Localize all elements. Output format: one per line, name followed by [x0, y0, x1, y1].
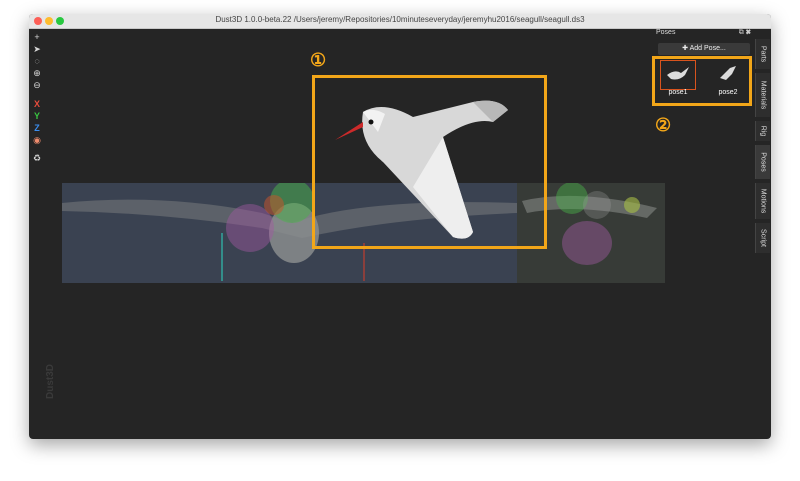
- zoom-in-icon[interactable]: ⊕: [32, 68, 42, 78]
- tab-script[interactable]: Script: [755, 223, 770, 253]
- tab-rig[interactable]: Rig: [755, 121, 770, 141]
- regenerate-icon[interactable]: ♻: [32, 153, 42, 163]
- add-icon[interactable]: +: [32, 32, 42, 42]
- tab-poses[interactable]: Poses: [755, 145, 770, 179]
- zoom-out-icon[interactable]: ⊖: [32, 80, 42, 90]
- tool-bar: + ➤ ◌ ⊕ ⊖ X Y Z ◉ ♻: [29, 29, 45, 179]
- x-axis-icon[interactable]: X: [32, 99, 42, 109]
- pointer-icon[interactable]: ➤: [32, 44, 42, 54]
- panel-controls: ⧉ ✖: [739, 29, 751, 37]
- radius-icon[interactable]: ◉: [32, 135, 42, 145]
- poses-panel-title: Poses: [656, 29, 676, 36]
- close-panel-icon[interactable]: ✖: [746, 29, 751, 36]
- add-pose-button[interactable]: ✚ Add Pose...: [658, 43, 750, 55]
- float-panel-icon[interactable]: ⧉: [739, 29, 744, 36]
- y-axis-icon[interactable]: Y: [32, 111, 42, 121]
- z-axis-icon[interactable]: Z: [32, 123, 42, 133]
- callout-box-poses: [652, 56, 752, 106]
- title-bar: Dust3D 1.0.0-beta.22 /Users/jeremy/Repos…: [29, 14, 771, 29]
- callout-number-one: ①: [310, 50, 327, 70]
- tab-parts[interactable]: Parts: [755, 39, 770, 69]
- callout-number-two: ②: [655, 115, 672, 135]
- side-tab-bar: Parts Materials Rig Poses Motions Script: [753, 29, 771, 439]
- add-pose-label: Add Pose...: [689, 45, 726, 52]
- app-watermark: Dust3D: [45, 363, 56, 399]
- tab-materials[interactable]: Materials: [755, 73, 770, 117]
- tab-motions[interactable]: Motions: [755, 183, 770, 219]
- callout-box-model: [312, 75, 547, 249]
- lasso-icon[interactable]: ◌: [32, 56, 42, 66]
- window-title: Dust3D 1.0.0-beta.22 /Users/jeremy/Repos…: [215, 15, 585, 24]
- add-pose-icon: ✚: [682, 45, 689, 52]
